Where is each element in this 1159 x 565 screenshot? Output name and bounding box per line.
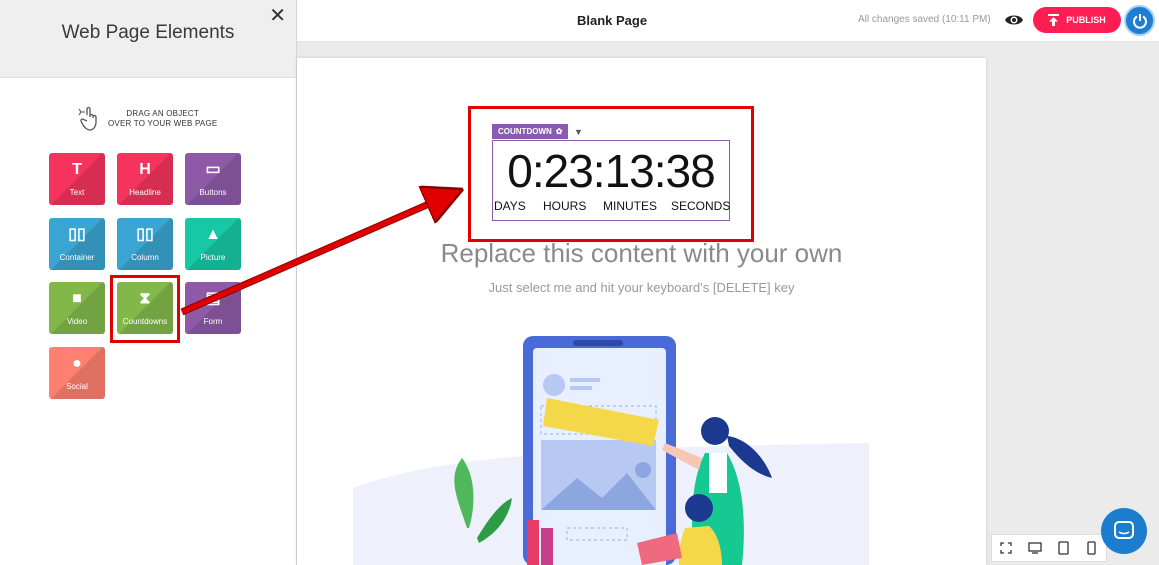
- fullscreen-icon[interactable]: [998, 541, 1014, 555]
- annotation-arrow: [180, 0, 1159, 316]
- device-preview-bar: [991, 534, 1107, 562]
- chat-glyph: [1114, 521, 1134, 539]
- tablet-icon[interactable]: [1055, 541, 1071, 555]
- desktop-icon[interactable]: [1027, 541, 1043, 555]
- mobile-icon[interactable]: [1084, 541, 1100, 555]
- chat-icon[interactable]: [1101, 508, 1147, 554]
